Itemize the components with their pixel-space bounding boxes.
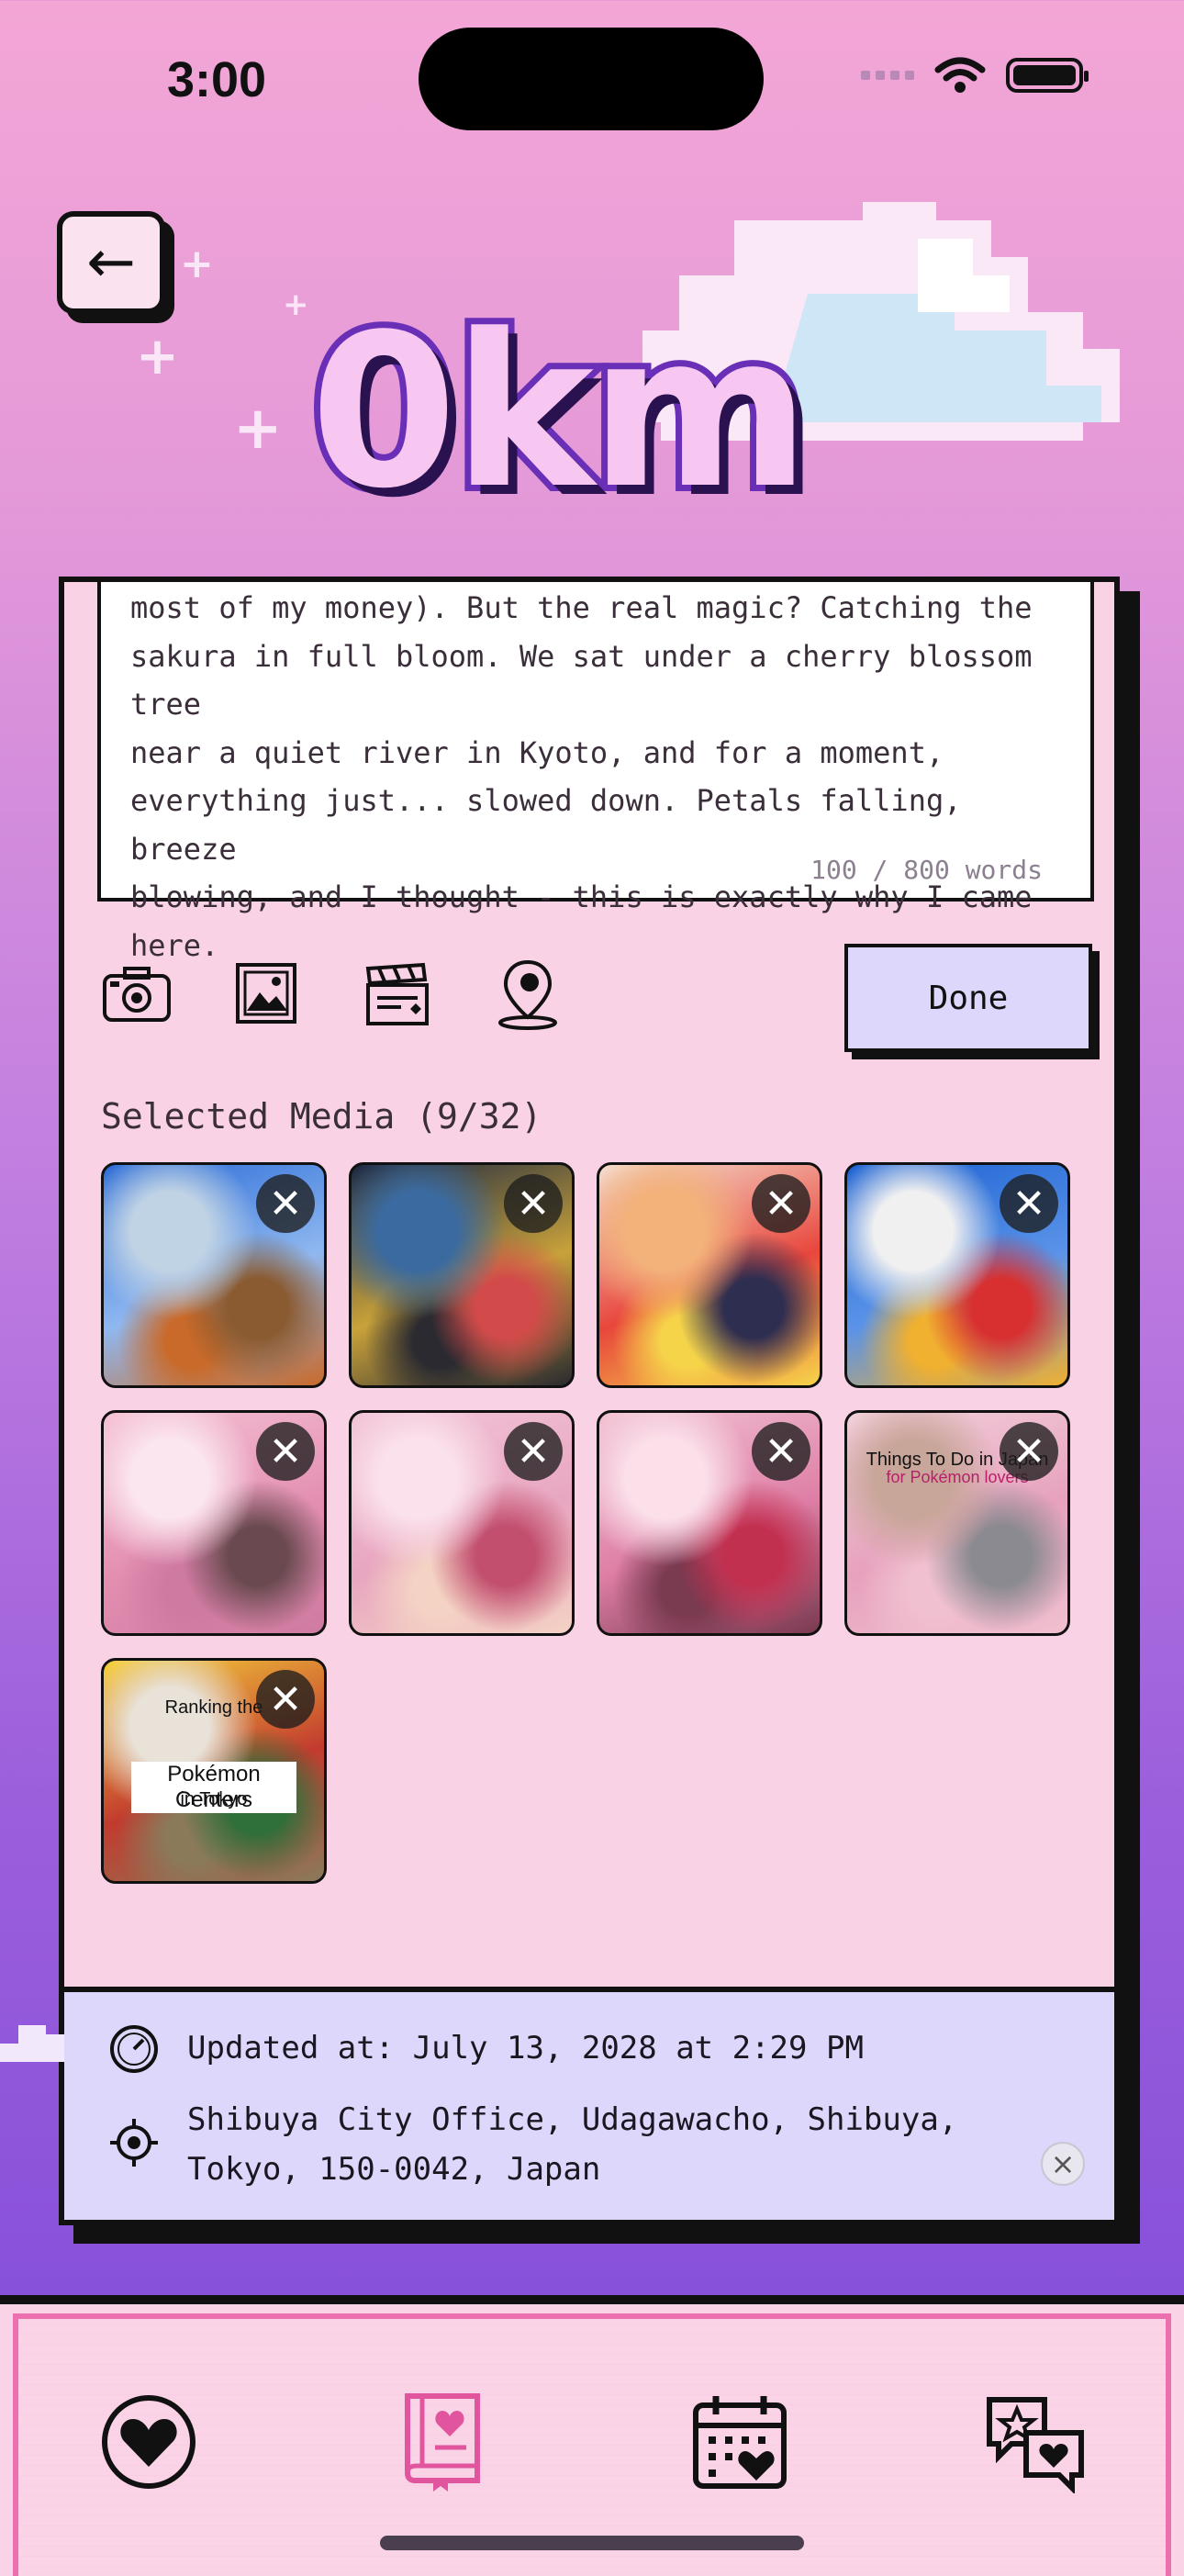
heart-icon bbox=[102, 2395, 195, 2489]
tab-favorites[interactable] bbox=[94, 2387, 204, 2497]
remove-media-button[interactable]: ✕ bbox=[752, 1422, 810, 1481]
media-thumbnail-kimono-parasol-back[interactable]: ✕ bbox=[597, 1410, 822, 1636]
remove-media-button[interactable]: ✕ bbox=[1000, 1174, 1058, 1233]
remove-media-button[interactable]: ✕ bbox=[256, 1670, 315, 1729]
clapperboard-icon bbox=[365, 962, 429, 1025]
media-thumbnail-kimono-woman-blossoms[interactable]: ✕ bbox=[349, 1410, 575, 1636]
close-icon: ✕ bbox=[268, 1428, 303, 1475]
tab-journal[interactable] bbox=[389, 2387, 499, 2497]
location-row: Shibuya City Office, Udagawacho, Shibuya… bbox=[108, 2095, 957, 2194]
arrow-left-icon: ← bbox=[86, 229, 136, 297]
signal-icon bbox=[861, 71, 914, 80]
tab-chat[interactable] bbox=[980, 2387, 1090, 2497]
video-button[interactable] bbox=[362, 958, 433, 1030]
thumbnail-caption: in Tokyo bbox=[180, 1789, 248, 1809]
media-thumbnail-cherry-blossoms[interactable]: ✕ bbox=[101, 1410, 327, 1636]
done-button[interactable]: Done bbox=[844, 944, 1092, 1052]
pixel-cloud-icon bbox=[0, 2025, 64, 2062]
close-icon: ✕ bbox=[268, 1675, 303, 1723]
distance-title: 0km bbox=[304, 290, 817, 535]
journal-book-icon bbox=[405, 2393, 480, 2492]
word-count: 100 / 800 words bbox=[810, 855, 1043, 885]
location-button[interactable] bbox=[492, 958, 564, 1030]
dynamic-island bbox=[419, 28, 764, 130]
media-thumbnail-pikachu-pokemon-center[interactable]: Ranking the Pokémon Centers in Tokyo ✕ bbox=[101, 1658, 327, 1884]
journal-text-area[interactable]: most of my money). But the real magic? C… bbox=[97, 582, 1094, 963]
remove-media-button[interactable]: ✕ bbox=[504, 1174, 563, 1233]
camera-icon bbox=[103, 967, 171, 1022]
journal-card: most of my money). But the real magic? C… bbox=[59, 577, 1120, 2225]
chat-star-icon bbox=[987, 2397, 1084, 2493]
back-button[interactable]: ← bbox=[57, 211, 165, 314]
status-time: 3:00 bbox=[167, 52, 267, 107]
sparkle-icon: + bbox=[233, 395, 283, 463]
updated-text: Updated at: July 13, 2028 at 2:29 PM bbox=[187, 2030, 864, 2066]
clock-icon bbox=[110, 2025, 158, 2073]
gallery-icon bbox=[236, 963, 296, 1024]
remove-media-button[interactable]: ✕ bbox=[256, 1422, 315, 1481]
media-thumbnail-tokyo-street-night[interactable]: ✕ bbox=[349, 1162, 575, 1388]
remove-media-button[interactable]: ✕ bbox=[504, 1422, 563, 1481]
location-text: Shibuya City Office, Udagawacho, Shibuya… bbox=[187, 2101, 958, 2188]
info-panel: Updated at: July 13, 2028 at 2:29 PM Shi… bbox=[64, 1987, 1114, 2220]
camera-button[interactable] bbox=[101, 958, 173, 1030]
close-icon: ✕ bbox=[516, 1180, 551, 1227]
close-icon: ✕ bbox=[764, 1180, 799, 1227]
media-thumbnail-one-piece-poster[interactable]: ✕ bbox=[597, 1162, 822, 1388]
remove-media-button[interactable]: ✕ bbox=[1000, 1422, 1058, 1481]
tab-calendar[interactable] bbox=[685, 2387, 795, 2497]
sparkle-icon: + bbox=[180, 241, 214, 287]
wifi-icon bbox=[934, 57, 986, 93]
battery-icon bbox=[1006, 58, 1089, 93]
selected-media-heading: Selected Media (9/32) bbox=[101, 1096, 542, 1137]
clear-location-button[interactable]: × bbox=[1041, 2142, 1085, 2186]
home-indicator bbox=[380, 2536, 804, 2550]
status-icons bbox=[861, 57, 1089, 94]
remove-media-button[interactable]: ✕ bbox=[256, 1174, 315, 1233]
close-icon: ✕ bbox=[516, 1428, 551, 1475]
remove-media-button[interactable]: ✕ bbox=[752, 1174, 810, 1233]
calendar-heart-icon bbox=[693, 2396, 787, 2489]
gallery-button[interactable] bbox=[231, 958, 303, 1030]
media-thumbnail-mount-fuji-pagoda[interactable]: ✕ bbox=[101, 1162, 327, 1388]
sparkle-icon: + bbox=[283, 286, 309, 323]
close-icon: ✕ bbox=[1011, 1180, 1046, 1227]
close-icon: ✕ bbox=[764, 1428, 799, 1475]
tab-bar bbox=[0, 2295, 1184, 2576]
media-toolbar bbox=[101, 958, 564, 1030]
close-icon: ✕ bbox=[1011, 1428, 1046, 1475]
location-pin-icon bbox=[498, 959, 557, 1030]
sparkle-icon: + bbox=[136, 327, 179, 386]
close-icon: ✕ bbox=[268, 1180, 303, 1227]
media-thumbnail-gundam-statue[interactable]: ✕ bbox=[844, 1162, 1070, 1388]
journal-text[interactable]: most of my money). But the real magic? C… bbox=[130, 584, 1076, 969]
media-thumbnail-pink-blob-building[interactable]: Things To Do in Japan for Pokémon lovers ✕ bbox=[844, 1410, 1070, 1636]
updated-row: Updated at: July 13, 2028 at 2:29 PM bbox=[108, 2023, 864, 2075]
crosshair-icon bbox=[110, 2119, 158, 2167]
close-icon: × bbox=[1050, 2146, 1076, 2181]
